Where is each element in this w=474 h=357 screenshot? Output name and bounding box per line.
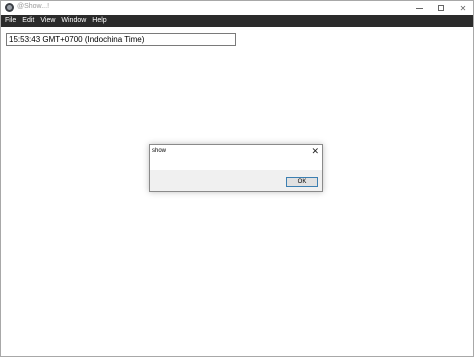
maximize-icon [438, 5, 444, 11]
menu-bar: File Edit View Window Help [1, 15, 473, 27]
dialog-message: show [152, 148, 167, 154]
close-icon: ✕ [459, 3, 467, 13]
dialog-close-icon[interactable]: ✕ [311, 146, 319, 156]
app-window: @Show...! ✕ File Edit View Window Help 1… [0, 0, 474, 357]
close-window-button[interactable]: ✕ [451, 1, 474, 15]
title-bar[interactable]: @Show...! ✕ [1, 1, 473, 15]
menu-file[interactable]: File [1, 15, 19, 27]
window-title: @Show...! [17, 3, 50, 10]
minimize-icon [415, 7, 423, 9]
menu-window[interactable]: Window [58, 15, 89, 27]
minimize-button[interactable] [407, 1, 431, 15]
ok-button[interactable]: OK [286, 177, 318, 187]
menu-view[interactable]: View [37, 15, 58, 27]
app-icon [5, 3, 14, 12]
maximize-button[interactable] [429, 1, 453, 15]
time-display-field[interactable]: 15:53:43 GMT+0700 (Indochina Time) [6, 33, 236, 46]
menu-edit[interactable]: Edit [19, 15, 37, 27]
dialog-footer: OK [150, 170, 322, 191]
message-dialog: show ✕ OK [149, 144, 323, 192]
menu-help[interactable]: Help [89, 15, 109, 27]
